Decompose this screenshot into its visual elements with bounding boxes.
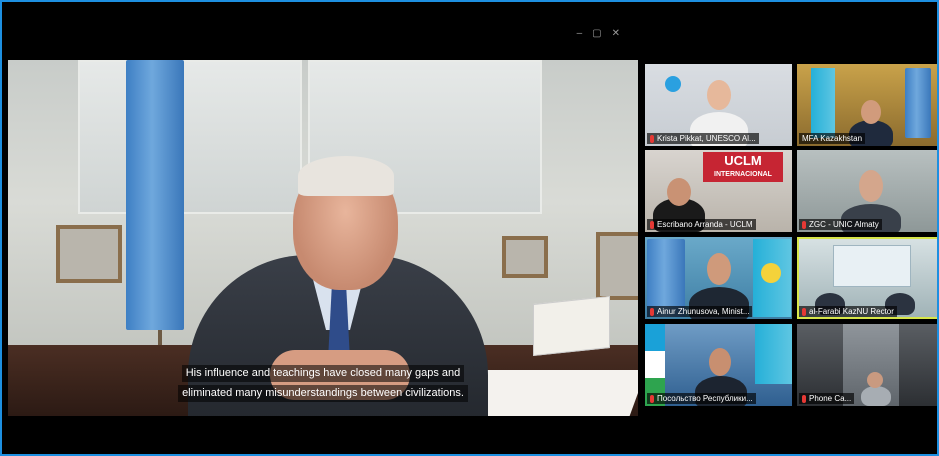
participant-tile[interactable]: Phone Ca... bbox=[797, 324, 937, 406]
participant-face bbox=[667, 178, 691, 206]
participant-tile[interactable]: Ainur Zhunusova, Minist... bbox=[645, 237, 792, 319]
participant-tile[interactable]: Посольство Республики... bbox=[645, 324, 792, 406]
kazakhstan-flag bbox=[811, 68, 835, 138]
participant-tile[interactable]: Krista Pikkat, UNESCO Al... bbox=[645, 64, 792, 146]
subtitle-caption: His influence and teachings have closed … bbox=[153, 363, 493, 403]
minimize-icon[interactable]: – bbox=[577, 28, 593, 39]
participant-face bbox=[859, 170, 883, 202]
picture-frame bbox=[56, 225, 122, 283]
subtitle-line-1: His influence and teachings have closed … bbox=[181, 365, 465, 382]
participant-name: ZGC - UNIC Almaty bbox=[799, 219, 882, 230]
presentation-screen bbox=[833, 245, 911, 287]
mic-muted-icon bbox=[650, 220, 654, 229]
unesco-logo-icon bbox=[665, 76, 681, 92]
mic-muted-icon bbox=[650, 307, 654, 316]
un-flag bbox=[126, 60, 184, 330]
participant-face bbox=[707, 253, 731, 285]
participant-tile[interactable]: ZGC - UNIC Almaty bbox=[797, 150, 937, 232]
picture-frame-small bbox=[502, 236, 548, 278]
mic-muted-icon bbox=[650, 134, 654, 143]
desk-papers bbox=[469, 370, 638, 416]
meeting-window: –▢✕ His influence and teachings have clo… bbox=[0, 0, 939, 456]
participant-name: Krista Pikkat, UNESCO Al... bbox=[647, 133, 759, 144]
shared-video-panel: –▢✕ His influence and teachings have clo… bbox=[8, 24, 638, 444]
speaker-hair bbox=[298, 156, 394, 196]
participant-name: Посольство Республики... bbox=[647, 393, 756, 404]
main-video: His influence and teachings have closed … bbox=[8, 60, 638, 416]
desk-calendar bbox=[533, 295, 610, 357]
participant-name: Phone Ca... bbox=[799, 393, 855, 404]
participant-tile-active-speaker[interactable]: al-Farabi KazNU Rector bbox=[797, 237, 937, 319]
picture-frame-right bbox=[596, 232, 638, 300]
participant-name: al-Farabi KazNU Rector bbox=[799, 306, 897, 317]
participant-body bbox=[861, 386, 891, 406]
uclm-banner: UCLM INTERNACIONAL bbox=[703, 152, 783, 182]
participant-face bbox=[707, 80, 731, 110]
flag-sun bbox=[761, 263, 781, 283]
un-flag bbox=[905, 68, 931, 138]
participant-face bbox=[861, 100, 881, 124]
participant-face bbox=[709, 348, 731, 376]
kazakhstan-flag bbox=[755, 324, 792, 384]
participant-name: Escribano Arranda - UCLM bbox=[647, 219, 756, 230]
maximize-icon[interactable]: ▢ bbox=[592, 28, 611, 39]
participant-name: MFA Kazakhstan bbox=[799, 133, 866, 144]
participant-tile[interactable]: MFA Kazakhstan bbox=[797, 64, 937, 146]
mic-muted-icon bbox=[802, 307, 806, 316]
office-window bbox=[78, 60, 302, 214]
participant-face bbox=[867, 372, 883, 388]
mic-muted-icon bbox=[802, 394, 806, 403]
subtitle-line-2: eliminated many misunderstandings betwee… bbox=[178, 385, 468, 402]
window-controls: –▢✕ bbox=[577, 28, 630, 39]
mic-muted-icon bbox=[650, 394, 654, 403]
close-icon[interactable]: ✕ bbox=[612, 28, 630, 39]
participant-name: Ainur Zhunusova, Minist... bbox=[647, 306, 753, 317]
participant-tile[interactable]: UCLM INTERNACIONAL Escribano Arranda - UC… bbox=[645, 150, 792, 232]
mic-muted-icon bbox=[802, 220, 806, 229]
